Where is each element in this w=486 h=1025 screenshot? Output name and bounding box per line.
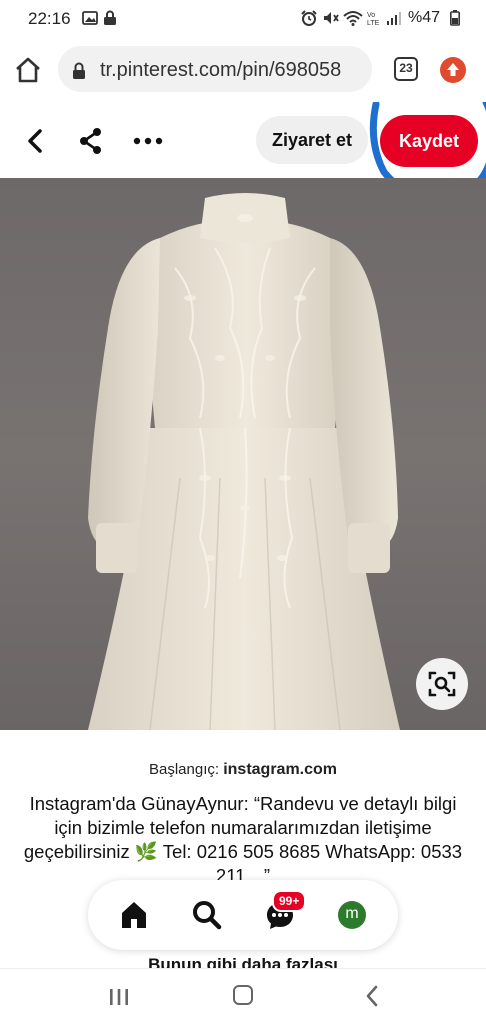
url-text[interactable]: tr.pinterest.com/pin/698058 xyxy=(100,59,362,82)
search-icon xyxy=(193,901,222,930)
svg-text:Vo: Vo xyxy=(367,12,375,19)
android-back-button[interactable] xyxy=(364,984,380,1013)
lock-status-icon xyxy=(103,10,117,26)
source-link[interactable]: instagram.com xyxy=(223,761,337,778)
svg-text:LTE: LTE xyxy=(367,20,380,26)
signal-icon xyxy=(386,10,402,26)
battery-icon xyxy=(450,10,460,26)
visual-search-button[interactable] xyxy=(416,658,468,710)
save-button[interactable]: Kaydet xyxy=(380,115,478,167)
profile-avatar[interactable]: m xyxy=(338,901,366,929)
wifi-icon xyxy=(343,10,363,26)
arrow-up-icon xyxy=(447,63,459,76)
home-icon xyxy=(16,57,40,83)
share-icon xyxy=(80,128,101,154)
back-chevron-icon xyxy=(366,985,378,1007)
mute-icon xyxy=(322,10,340,26)
nav-home-button[interactable] xyxy=(118,899,150,931)
back-button[interactable] xyxy=(22,126,50,156)
source-prefix: Başlangıç: xyxy=(148,761,220,778)
android-home-button[interactable] xyxy=(233,985,253,1005)
pin-image-dress[interactable] xyxy=(0,178,486,730)
share-button[interactable] xyxy=(76,126,106,156)
pin-description: Instagram'da GünayAynur: “Randevu ve det… xyxy=(23,793,463,886)
visit-button[interactable]: Ziyaret et xyxy=(256,116,368,164)
battery-percent: %47 xyxy=(408,9,441,26)
home-icon xyxy=(122,902,146,928)
gallery-icon xyxy=(82,10,98,26)
tab-switcher-button[interactable]: 23 xyxy=(394,57,418,81)
update-button[interactable] xyxy=(440,57,466,83)
bottom-tab-bar: 99+ m xyxy=(88,880,398,950)
secure-lock-icon[interactable] xyxy=(72,62,86,85)
status-time: 22:16 xyxy=(28,9,71,28)
lens-search-icon xyxy=(428,671,456,697)
more-options-button[interactable] xyxy=(132,126,164,156)
pin-header: Ziyaret et Kaydet xyxy=(0,102,486,178)
browser-toolbar: tr.pinterest.com/pin/698058 23 xyxy=(0,36,486,102)
volte-icon: Vo LTE xyxy=(366,10,382,26)
more-like-this-heading: Bunun gibi daha fazlası xyxy=(148,955,338,969)
android-navigation-bar xyxy=(0,968,486,1025)
chevron-left-icon xyxy=(28,129,42,153)
status-bar: 22:16 Vo LTE %47 xyxy=(0,0,486,36)
browser-home-button[interactable] xyxy=(12,54,44,86)
recent-apps-icon xyxy=(110,989,128,1005)
ellipsis-icon xyxy=(133,137,163,145)
wedding-dress-illustration xyxy=(88,193,400,730)
recent-apps-button[interactable] xyxy=(108,987,130,1012)
nav-search-button[interactable] xyxy=(191,899,223,931)
alarm-icon xyxy=(300,10,318,26)
notification-badge: 99+ xyxy=(272,890,307,912)
pin-source: Başlangıç: instagram.com xyxy=(0,761,486,779)
